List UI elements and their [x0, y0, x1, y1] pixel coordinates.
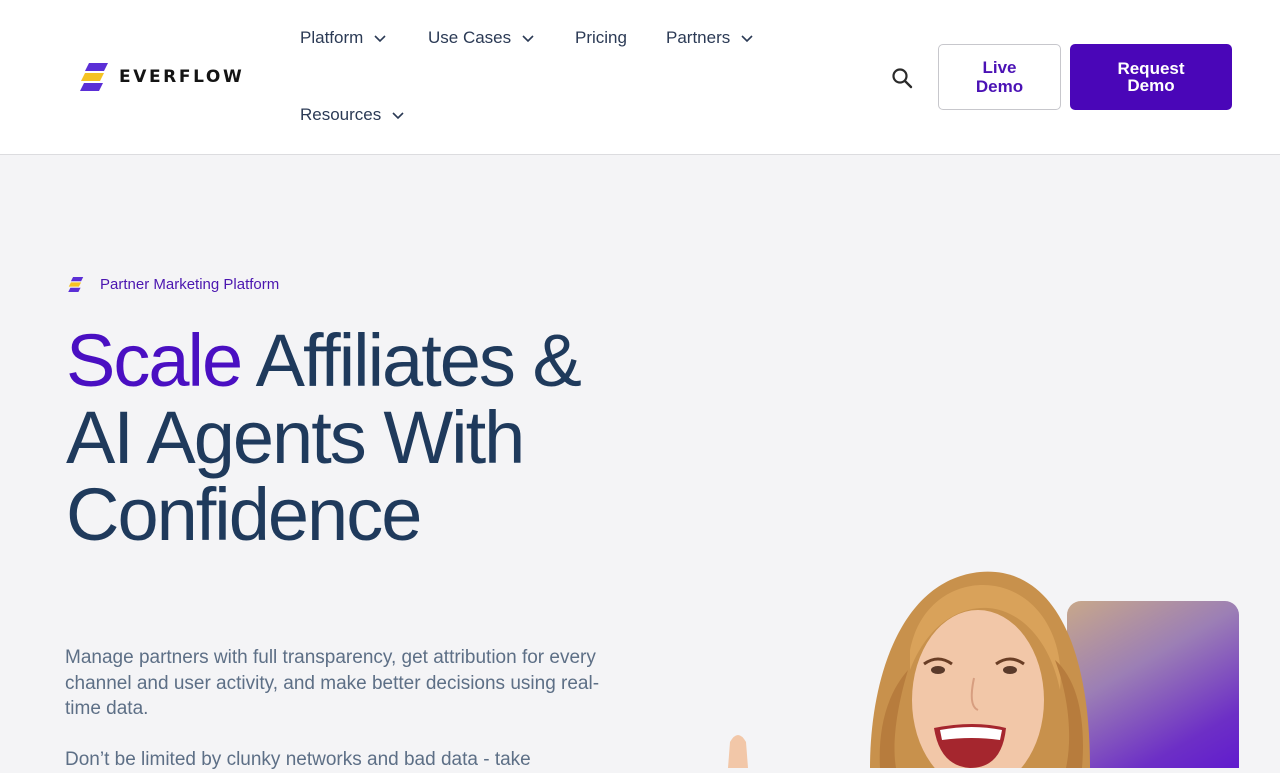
nav-resources-label: Resources [300, 105, 382, 124]
everflow-logo-mark-icon [80, 63, 108, 91]
search-icon [892, 68, 913, 89]
nav-platform-label: Platform [300, 28, 364, 47]
hero-description-2: Don’t be limited by clunky networks and … [65, 749, 531, 770]
hero-eyebrow-text: Partner Marketing Platform [100, 276, 280, 293]
nav-platform[interactable]: Platform [300, 28, 388, 48]
chevron-down-icon [741, 35, 753, 43]
chevron-down-icon [392, 112, 404, 120]
headline-accent: Scale [66, 319, 243, 402]
live-demo-button[interactable]: Live Demo [938, 44, 1061, 110]
site-header: EVERFLOW Platform Use Cases Pricing Part… [0, 0, 1280, 155]
chevron-down-icon [522, 35, 534, 43]
nav-use-cases[interactable]: Use Cases [428, 28, 536, 48]
nav-pricing-label: Pricing [575, 28, 627, 47]
logo-wordmark: EVERFLOW [119, 67, 245, 87]
nav-resources[interactable]: Resources [300, 105, 406, 125]
smiling-woman-illustration [728, 571, 1090, 768]
hero-eyebrow: Partner Marketing Platform [68, 276, 279, 293]
everflow-mark-icon [68, 277, 84, 292]
nav-partners[interactable]: Partners [666, 28, 755, 48]
request-demo-button[interactable]: Request Demo [1070, 44, 1232, 110]
nav-partners-label: Partners [666, 28, 731, 47]
search-button[interactable] [888, 64, 916, 92]
nav-use-cases-label: Use Cases [428, 28, 512, 47]
nav-pricing[interactable]: Pricing [575, 28, 627, 48]
hero-image [720, 560, 1280, 768]
hero-description: Manage partners with full transparency, … [65, 647, 600, 719]
everflow-logo[interactable]: EVERFLOW [80, 62, 244, 92]
hero-headline: Scale Affiliates & AI Agents With Confid… [66, 322, 626, 553]
chevron-down-icon [374, 35, 386, 43]
